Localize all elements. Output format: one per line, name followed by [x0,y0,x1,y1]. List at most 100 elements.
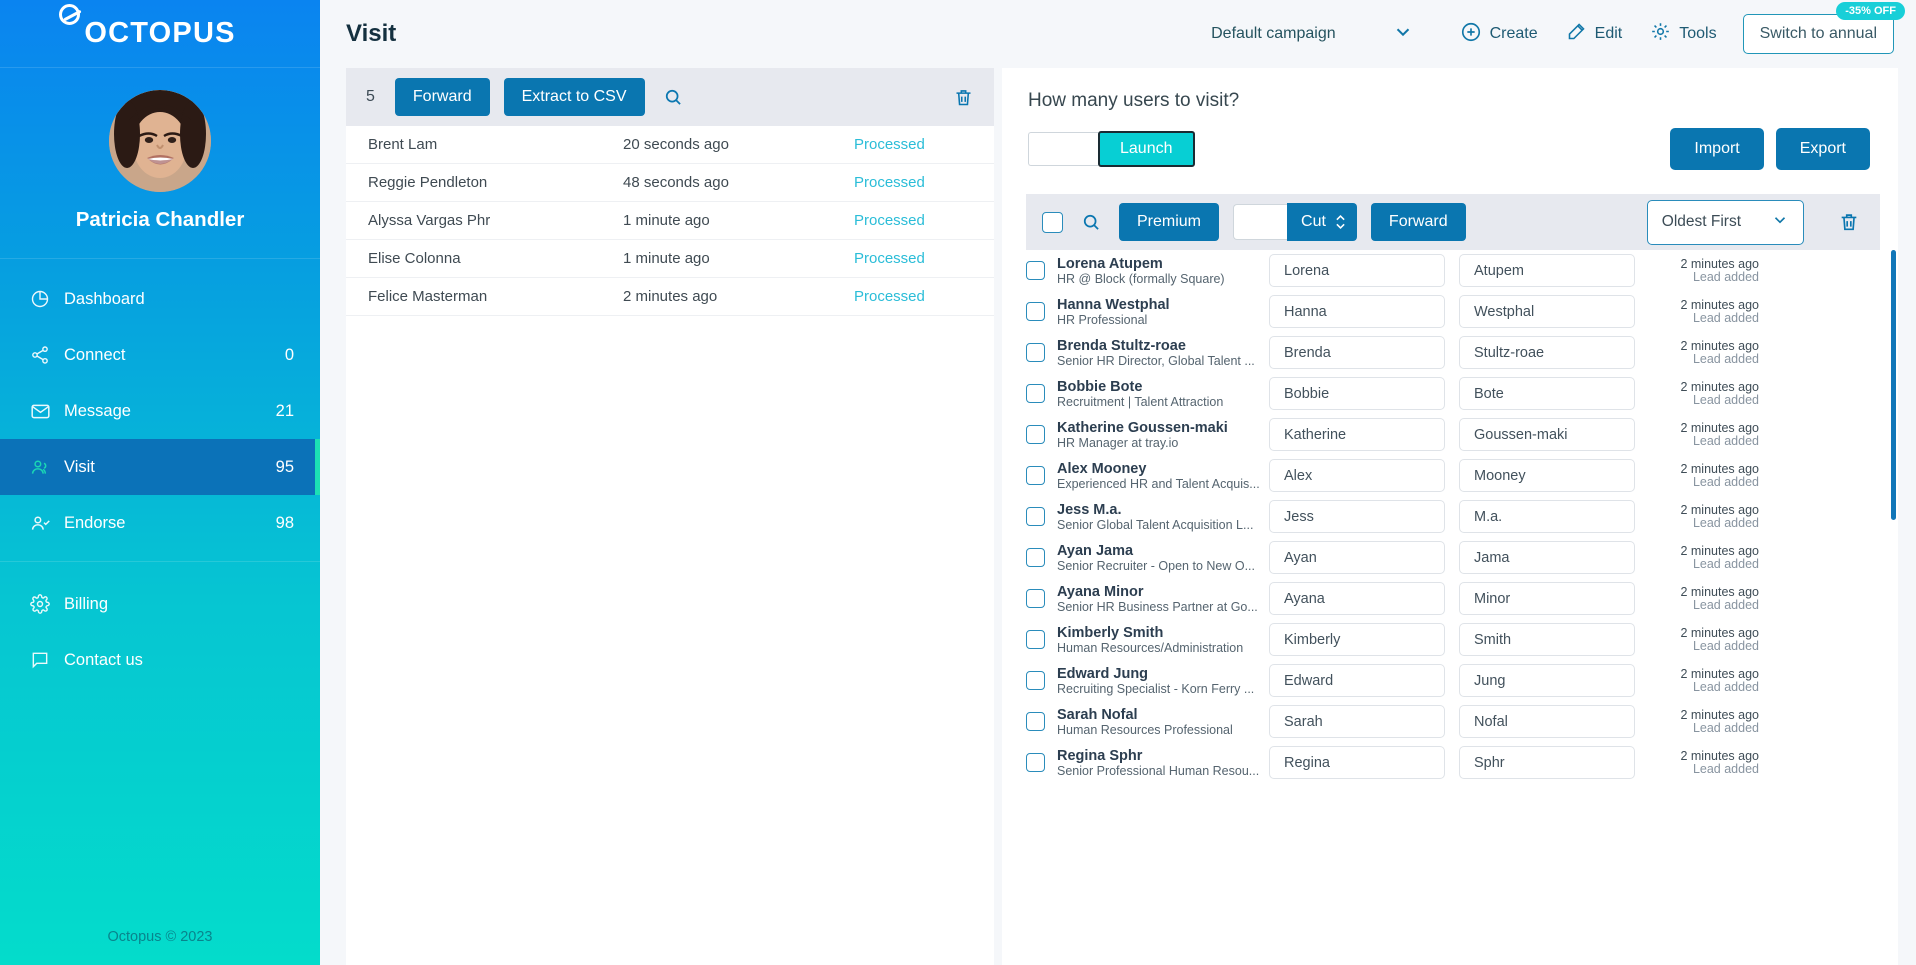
sidebar-item-connect[interactable]: Connect 0 [0,327,320,383]
content-area: 5 Forward Extract to CSV Brent Lam20 sec… [320,68,1916,965]
table-row[interactable]: Brent Lam20 seconds agoProcessed [346,126,994,164]
sidebar-item-message[interactable]: Message 21 [0,383,320,439]
extract-to-csv-button[interactable]: Extract to CSV [504,78,645,116]
select-all-checkbox[interactable] [1042,212,1063,233]
user-check-icon [30,513,60,534]
list-item[interactable]: Sarah NofalHuman Resources ProfessionalS… [1026,701,1882,742]
list-item[interactable]: Brenda Stultz-roaeSenior HR Director, Gl… [1026,332,1882,373]
sort-order-select[interactable]: Oldest First [1647,200,1804,245]
lead-checkbox[interactable] [1026,630,1045,649]
lead-checkbox[interactable] [1026,425,1045,444]
leads-scrollbar-thumb[interactable] [1891,250,1896,520]
list-item[interactable]: Ayana MinorSenior HR Business Partner at… [1026,578,1882,619]
lead-first-name-field[interactable]: Katherine [1269,418,1445,451]
lead-first-name-field[interactable]: Alex [1269,459,1445,492]
stepper-icon[interactable] [1334,212,1347,232]
edit-button[interactable]: Edit [1552,15,1637,53]
sidebar-item-contact-us[interactable]: Contact us [0,632,320,688]
lead-first-name-field[interactable]: Brenda [1269,336,1445,369]
lead-first-name-field[interactable]: Ayan [1269,541,1445,574]
list-item[interactable]: Edward JungRecruiting Specialist - Korn … [1026,660,1882,701]
delete-icon[interactable] [1834,207,1864,237]
lead-last-name-field[interactable]: Atupem [1459,254,1635,287]
logo[interactable]: OCTOPUS [0,0,320,68]
export-button[interactable]: Export [1776,128,1870,170]
lead-last-name-field[interactable]: M.a. [1459,500,1635,533]
list-item[interactable]: Jess M.a.Senior Global Talent Acquisitio… [1026,496,1882,537]
leads-scrollbar[interactable] [1891,250,1896,965]
lead-first-name-field[interactable]: Sarah [1269,705,1445,738]
sidebar-item-endorse[interactable]: Endorse 98 [0,495,320,551]
lead-name: Hanna Westphal [1057,297,1269,313]
lead-last-name-field[interactable]: Minor [1459,582,1635,615]
list-item[interactable]: Kimberly SmithHuman Resources/Administra… [1026,619,1882,660]
delete-icon[interactable] [949,83,978,112]
cut-button[interactable]: Cut [1287,203,1357,241]
lead-checkbox[interactable] [1026,548,1045,567]
lead-checkbox[interactable] [1026,466,1045,485]
lead-last-name-field[interactable]: Sphr [1459,746,1635,779]
search-icon[interactable] [1077,208,1105,236]
lead-checkbox[interactable] [1026,507,1045,526]
search-icon[interactable] [659,83,687,111]
status-badge: Processed [854,136,974,153]
lead-title: HR Professional [1057,313,1269,327]
lead-first-name-field[interactable]: Jess [1269,500,1445,533]
lead-last-name-field[interactable]: Jama [1459,541,1635,574]
table-row[interactable]: Elise Colonna1 minute agoProcessed [346,240,994,278]
premium-button[interactable]: Premium [1119,203,1219,241]
lead-first-name-field[interactable]: Lorena [1269,254,1445,287]
list-item[interactable]: Bobbie BoteRecruitment | Talent Attracti… [1026,373,1882,414]
lead-first-name-field[interactable]: Bobbie [1269,377,1445,410]
lead-checkbox[interactable] [1026,261,1045,280]
lead-checkbox[interactable] [1026,384,1045,403]
lead-last-name-field[interactable]: Goussen-maki [1459,418,1635,451]
forward-button[interactable]: Forward [395,78,490,116]
lead-info: Sarah NofalHuman Resources Professional [1057,707,1269,737]
lead-last-name-field[interactable]: Jung [1459,664,1635,697]
lead-last-name-field[interactable]: Bote [1459,377,1635,410]
lead-checkbox[interactable] [1026,302,1045,321]
lead-first-name-field[interactable]: Regina [1269,746,1445,779]
launch-button[interactable]: Launch [1098,131,1195,167]
visit-count-input[interactable] [1028,132,1098,166]
lead-checkbox[interactable] [1026,712,1045,731]
avatar[interactable] [109,90,211,192]
switch-to-annual-button[interactable]: Switch to annual -35% OFF [1743,14,1894,54]
lead-last-name-field[interactable]: Smith [1459,623,1635,656]
list-item[interactable]: Lorena AtupemHR @ Block (formally Square… [1026,250,1882,291]
lead-checkbox[interactable] [1026,343,1045,362]
create-button[interactable]: Create [1446,15,1552,54]
table-row[interactable]: Felice Masterman2 minutes agoProcessed [346,278,994,316]
lead-checkbox[interactable] [1026,589,1045,608]
list-item[interactable]: Hanna WestphalHR ProfessionalHanna Westph… [1026,291,1882,332]
lead-last-name-field[interactable]: Mooney [1459,459,1635,492]
sidebar-item-dashboard[interactable]: Dashboard [0,271,320,327]
list-item[interactable]: Alex MooneyExperienced HR and Talent Acq… [1026,455,1882,496]
lead-last-name-field[interactable]: Nofal [1459,705,1635,738]
lead-checkbox[interactable] [1026,671,1045,690]
activity-name: Alyssa Vargas Phr [368,212,623,229]
sidebar-item-count: 21 [276,402,294,421]
sidebar-item-visit[interactable]: Visit 95 [0,439,320,495]
lead-last-name-field[interactable]: Stultz-roae [1459,336,1635,369]
status-badge: Processed [854,174,974,191]
leads-forward-button[interactable]: Forward [1371,203,1466,241]
cut-quantity-input[interactable] [1233,204,1287,240]
lead-last-name-field[interactable]: Westphal [1459,295,1635,328]
lead-first-name-field[interactable]: Kimberly [1269,623,1445,656]
tools-button[interactable]: Tools [1636,15,1730,53]
lead-first-name-field[interactable]: Ayana [1269,582,1445,615]
sidebar-item-billing[interactable]: Billing [0,576,320,632]
lead-first-name-field[interactable]: Edward [1269,664,1445,697]
table-row[interactable]: Reggie Pendleton48 seconds agoProcessed [346,164,994,202]
list-item[interactable]: Katherine Goussen-makiHR Manager at tray… [1026,414,1882,455]
table-row[interactable]: Alyssa Vargas Phr1 minute agoProcessed [346,202,994,240]
list-item[interactable]: Regina SphrSenior Professional Human Res… [1026,742,1882,783]
lead-checkbox[interactable] [1026,753,1045,772]
campaign-selector[interactable]: Default campaign [1201,15,1424,54]
list-item[interactable]: Ayan JamaSenior Recruiter - Open to New … [1026,537,1882,578]
lead-first-name-field[interactable]: Hanna [1269,295,1445,328]
import-button[interactable]: Import [1670,128,1763,170]
nav-group-primary: Dashboard Connect 0 [0,271,320,551]
